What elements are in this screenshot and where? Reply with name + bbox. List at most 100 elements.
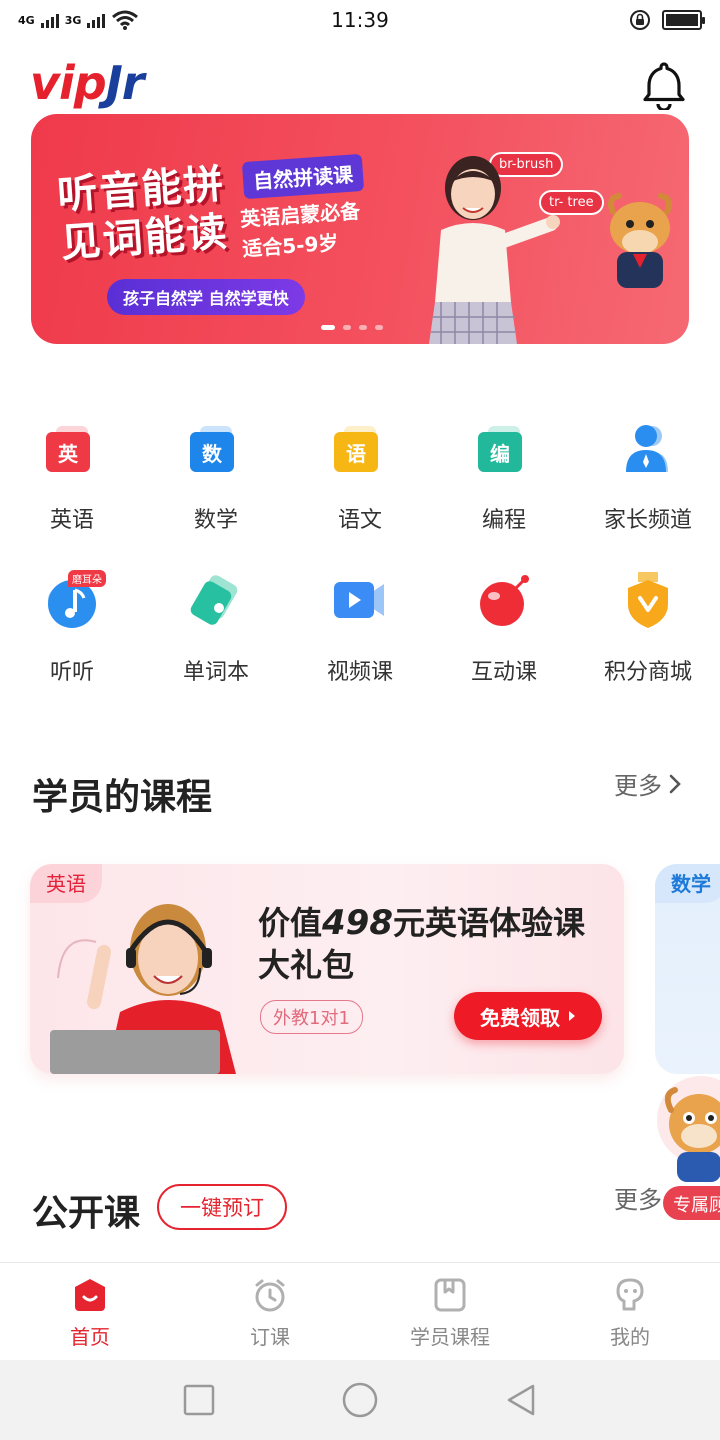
course-title-suffix: 元英语体验课 (393, 904, 586, 942)
teacher-illustration (50, 904, 236, 1074)
tab-home[interactable]: 首页 (0, 1263, 180, 1360)
math-icon: 数 (186, 418, 246, 478)
math-course-card[interactable]: 数学 (655, 864, 720, 1074)
status-right (628, 8, 705, 32)
wifi-icon (112, 10, 139, 30)
student-courses-title: 学员的课程 (32, 777, 213, 818)
category-programming[interactable]: 编 编程 (432, 418, 576, 570)
recent-apps-icon[interactable] (183, 1384, 215, 1416)
category-label: 英语 (49, 508, 94, 533)
category-label: 编程 (481, 508, 526, 533)
category-grid: 英 英语 数 数学 语 语文 编 编程 家长频道 磨耳朵 听听 单词本 视频课 … (0, 418, 720, 722)
promo-banner[interactable]: 听音能拼 见词能读 自然拼读课 英语启蒙必备 适合5-9岁 孩子自然学 自然学更… (31, 114, 689, 344)
category-label: 互动课 (470, 660, 537, 685)
course-title-line2: 大礼包 (258, 946, 355, 984)
logo-text-vip: vip (30, 56, 107, 110)
pagination-dot-4[interactable] (375, 325, 383, 330)
course-title-price: 498 (322, 903, 393, 943)
tab-mine[interactable]: 我的 (540, 1263, 720, 1360)
chinese-glyph: 语 (334, 432, 378, 472)
parent-channel-icon (626, 425, 668, 472)
category-math[interactable]: 数 数学 (144, 418, 288, 570)
category-label: 视频课 (326, 660, 393, 685)
rotation-lock-icon (630, 10, 650, 30)
category-row-2: 磨耳朵 听听 单词本 视频课 互动课 积分商城 (0, 570, 720, 722)
signal-indicators: 4G 3G (18, 9, 139, 31)
pagination-dot-1[interactable] (321, 325, 335, 330)
category-listen[interactable]: 磨耳朵 听听 (0, 570, 144, 722)
banner-pagination (321, 325, 383, 330)
bottom-tab-bar: 首页 订课 学员课程 我的 (0, 1262, 720, 1360)
video-icon (334, 582, 384, 618)
tab-label: 我的 (610, 1325, 650, 1349)
listen-badge: 磨耳朵 (68, 570, 106, 587)
network-type-1: 4G (18, 13, 35, 27)
english-course-card[interactable]: 英语 价值498元英语体验课 大礼包 外教1对1 免费领取 (30, 864, 624, 1074)
bell-icon[interactable] (640, 60, 688, 110)
course-title-prefix: 价值 (258, 904, 323, 942)
profile-icon (616, 1278, 644, 1311)
public-more-link[interactable]: 更多 (614, 1180, 662, 1215)
courses-more-link[interactable]: 更多 (614, 766, 682, 801)
pagination-dot-2[interactable] (343, 325, 351, 330)
category-chinese[interactable]: 语 语文 (288, 418, 432, 570)
caret-right-icon (569, 1011, 575, 1021)
interactive-ball-icon (480, 575, 529, 626)
home-icon (75, 1279, 105, 1311)
category-label: 听听 (49, 660, 94, 685)
signal-icon-2 (87, 12, 106, 28)
signal-icon (40, 12, 59, 28)
exclusive-advisor-button[interactable]: 专属顾问 (663, 1186, 720, 1220)
public-course-title: 公开课 (32, 1193, 141, 1234)
tab-label: 首页 (70, 1325, 110, 1349)
claim-free-button[interactable]: 免费领取 (454, 992, 602, 1040)
category-video[interactable]: 视频课 (288, 570, 432, 722)
battery-icon (662, 10, 705, 30)
category-points-mall[interactable]: 积分商城 (576, 570, 720, 722)
tab-label: 学员课程 (410, 1325, 490, 1349)
chevron-right-icon (669, 774, 681, 793)
tab-student-courses[interactable]: 学员课程 (360, 1263, 540, 1360)
system-navigation-bar (0, 1360, 720, 1440)
more-label: 更多 (614, 1186, 662, 1214)
english-icon: 英 (42, 418, 102, 478)
category-wordbook[interactable]: 单词本 (144, 570, 288, 722)
course-tag: 数学 (655, 864, 720, 903)
logo-text-jr: Jr (105, 56, 145, 110)
tab-label: 订课 (250, 1325, 290, 1349)
banner-slogan-pill: 孩子自然学 自然学更快 (107, 279, 305, 315)
chinese-icon: 语 (330, 418, 390, 478)
course-title: 价值498元英语体验课 大礼包 (258, 902, 618, 986)
network-type-2: 3G (64, 13, 82, 27)
course-chip: 外教1对1 (260, 1000, 363, 1034)
banner-title-line2: 见词能读 (59, 209, 231, 267)
cow-mascot-illustration (608, 193, 672, 288)
category-label: 家长频道 (603, 508, 692, 533)
wordbook-icon (190, 575, 238, 625)
more-label: 更多 (614, 772, 662, 800)
category-label: 语文 (337, 508, 382, 533)
one-click-book-button[interactable]: 一键预订 (157, 1184, 287, 1230)
programming-icon: 编 (474, 418, 534, 478)
claim-free-label: 免费领取 (480, 1005, 560, 1030)
category-parent-channel[interactable]: 家长频道 (576, 418, 720, 570)
points-shield-icon (628, 572, 668, 628)
category-label: 积分商城 (603, 660, 692, 685)
home-circle-icon[interactable] (341, 1381, 379, 1419)
course-book-icon (434, 1278, 466, 1312)
banner-title: 听音能拼 见词能读 (56, 160, 230, 267)
category-label: 数学 (193, 508, 238, 533)
category-row-1: 英 英语 数 数学 语 语文 编 编程 家长频道 (0, 418, 720, 570)
status-bar: 4G 3G 11:39 (0, 0, 720, 40)
pagination-dot-3[interactable] (359, 325, 367, 330)
alarm-clock-icon (255, 1279, 285, 1312)
back-triangle-icon[interactable] (505, 1383, 537, 1417)
girl-illustration (429, 156, 560, 344)
tab-booking[interactable]: 订课 (180, 1263, 360, 1360)
category-interactive[interactable]: 互动课 (432, 570, 576, 722)
english-glyph: 英 (46, 432, 90, 472)
programming-glyph: 编 (478, 432, 522, 472)
banner-subtitle: 英语启蒙必备 适合5-9岁 (239, 190, 363, 264)
category-english[interactable]: 英 英语 (0, 418, 144, 570)
math-glyph: 数 (190, 432, 234, 472)
